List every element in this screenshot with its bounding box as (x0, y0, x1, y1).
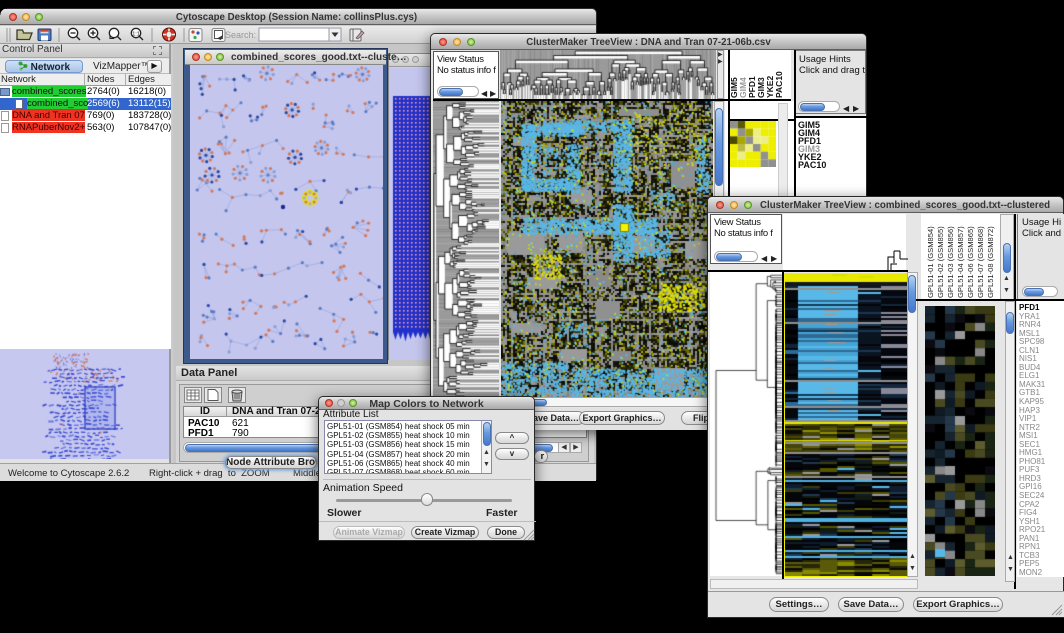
svg-text:Search:: Search: (225, 30, 256, 40)
svg-text:1:1: 1:1 (132, 32, 140, 38)
